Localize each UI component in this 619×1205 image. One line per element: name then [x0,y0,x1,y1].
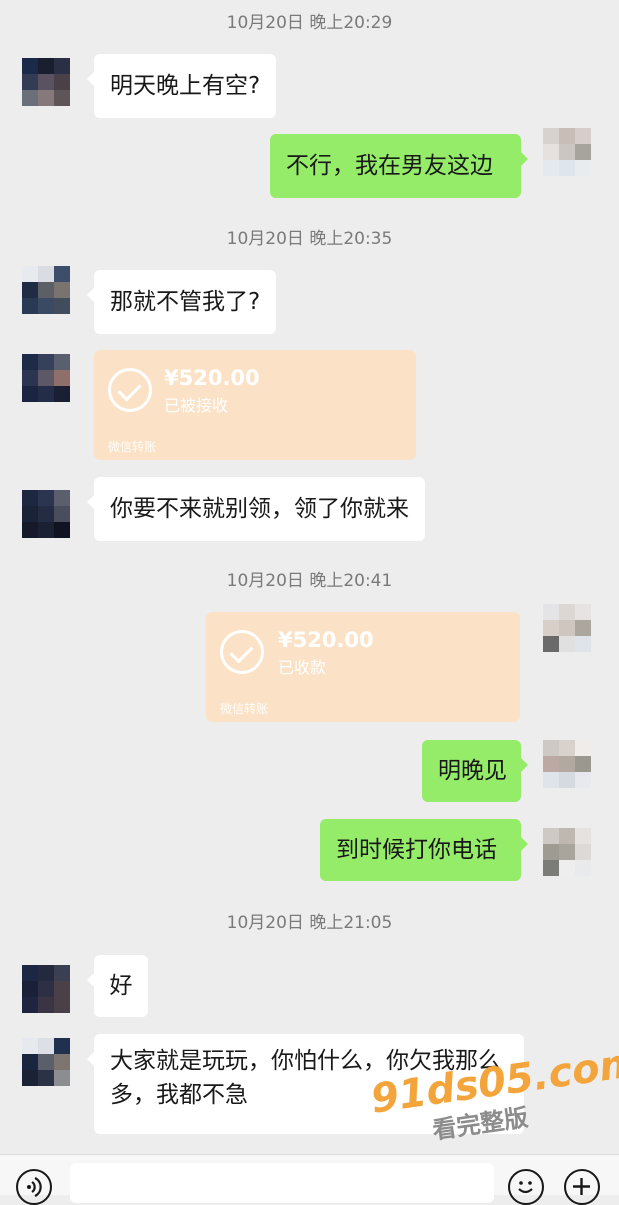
message-bubble[interactable]: 明天晚上有空? [86,54,277,118]
timestamp: 10月20日 晚上21:05 [226,913,393,933]
message-bubble[interactable]: 不行，我在男友这边 [270,134,528,198]
transfer-status: 已被接收 [164,396,229,415]
transfer-footer: 微信转账 [108,440,157,454]
emoji-icon[interactable] [508,1169,544,1205]
transfer-status: 已收款 [278,658,327,677]
message-bubble[interactable]: 好 [87,955,148,1017]
avatar[interactable] [543,604,591,652]
message-bubble[interactable]: 你要不来就别领，领了你就来 [87,477,425,541]
avatar[interactable] [22,354,70,402]
avatar[interactable] [22,490,70,538]
message-input[interactable] [70,1163,494,1203]
transfer-card[interactable]: ¥520.00 已被接收 微信转账 [94,350,416,460]
timestamp: 10月20日 晚上20:29 [226,13,393,33]
avatar[interactable] [22,266,70,314]
avatar[interactable] [22,58,70,106]
transfer-amount: ¥520.00 [164,366,260,390]
transfer-footer: 微信转账 [220,702,269,716]
transfer-check-icon [108,368,152,412]
transfer-amount: ¥520.00 [278,628,374,652]
message-bubble[interactable]: 明晚见 [422,740,528,802]
avatar[interactable] [543,128,591,176]
plus-icon[interactable] [564,1169,600,1205]
avatar[interactable] [22,965,70,1013]
avatar[interactable] [543,828,591,876]
timestamp: 10月20日 晚上20:41 [226,571,393,591]
transfer-check-icon [220,630,264,674]
avatar[interactable] [22,1038,70,1086]
avatar[interactable] [543,740,591,788]
message-bubble[interactable]: 到时候打你电话 [320,819,528,881]
input-bar [0,1154,619,1205]
message-bubble[interactable]: 那就不管我了? [86,270,277,334]
transfer-card[interactable]: ¥520.00 已收款 微信转账 [206,612,520,722]
voice-icon[interactable] [16,1169,52,1205]
timestamp: 10月20日 晚上20:35 [226,229,393,249]
